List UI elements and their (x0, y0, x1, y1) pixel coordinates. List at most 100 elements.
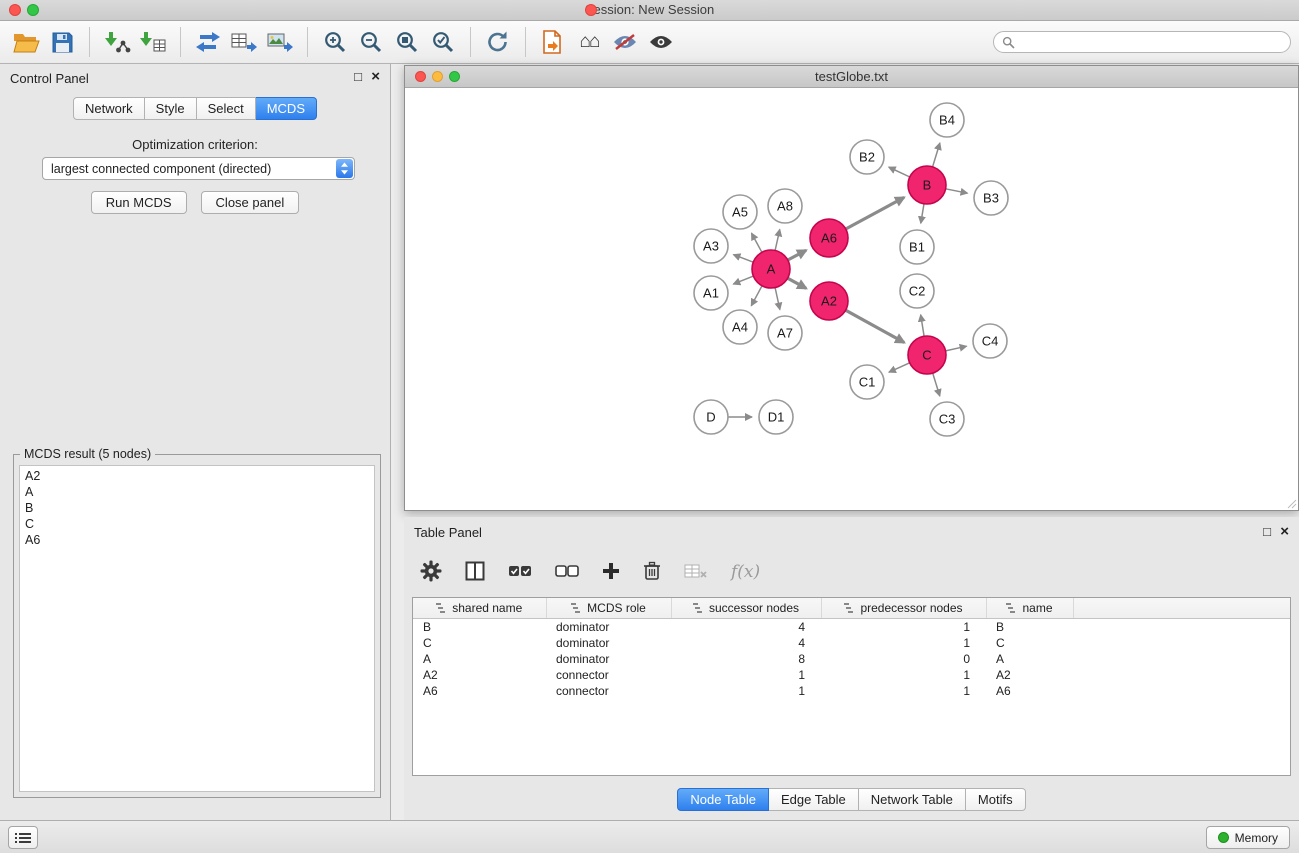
node-B2[interactable]: B2 (850, 140, 884, 174)
swap-arrows-button[interactable] (190, 25, 226, 59)
table-row[interactable]: Bdominator41B (413, 618, 1290, 635)
table-cell[interactable]: B (986, 618, 1073, 635)
node-A[interactable]: A (752, 250, 790, 288)
column-header-shared-name[interactable]: shared name (413, 598, 546, 618)
table-cell[interactable]: A6 (413, 683, 546, 699)
show-details-button[interactable] (643, 25, 679, 59)
network-graph[interactable]: B4B2BB3A5A8A6B1A3AC2A1A2A4A7CC4C1C3DD1 (405, 88, 1298, 510)
table-cell[interactable]: A6 (986, 683, 1073, 699)
float-table-panel-icon[interactable]: □ (1263, 524, 1271, 540)
table-row[interactable]: A2connector11A2 (413, 667, 1290, 683)
table-cell[interactable]: 1 (821, 618, 986, 635)
edge-B-B1[interactable] (921, 204, 924, 224)
table-cell[interactable]: 1 (821, 683, 986, 699)
table-cell[interactable]: dominator (546, 651, 671, 667)
function-builder-button[interactable]: f(x) (731, 562, 760, 582)
search-box[interactable] (993, 31, 1291, 53)
open-session-button[interactable] (8, 25, 44, 59)
node-D1[interactable]: D1 (759, 400, 793, 434)
close-network-window-button[interactable] (415, 71, 426, 82)
table-cell[interactable]: 8 (671, 651, 821, 667)
table-cell[interactable]: 1 (821, 667, 986, 683)
result-item[interactable]: C (20, 516, 374, 532)
zoom-in-button[interactable] (317, 25, 353, 59)
float-panel-icon[interactable]: □ (354, 69, 362, 85)
edge-C-C1[interactable] (889, 363, 910, 372)
result-item[interactable]: A2 (20, 468, 374, 484)
result-item[interactable]: A6 (20, 532, 374, 548)
tab-network[interactable]: Network (73, 97, 145, 120)
hide-details-button[interactable] (607, 25, 643, 59)
result-item[interactable]: B (20, 500, 374, 516)
node-A1[interactable]: A1 (694, 276, 728, 310)
edge-A-A2[interactable] (788, 278, 807, 288)
add-column-button[interactable] (602, 562, 620, 583)
network-canvas[interactable]: B4B2BB3A5A8A6B1A3AC2A1A2A4A7CC4C1C3DD1 (405, 88, 1298, 510)
tab-mcds[interactable]: MCDS (256, 97, 317, 120)
table-cell[interactable]: 1 (821, 635, 986, 651)
document-button[interactable] (535, 25, 571, 59)
edge-A-A3[interactable] (733, 255, 753, 263)
zoom-out-button[interactable] (353, 25, 389, 59)
node-A3[interactable]: A3 (694, 229, 728, 263)
edge-C-C4[interactable] (946, 346, 967, 351)
import-table-button[interactable] (135, 25, 171, 59)
zoom-network-window-button[interactable] (449, 71, 460, 82)
node-C[interactable]: C (908, 336, 946, 374)
table-row[interactable]: Adominator80A (413, 651, 1290, 667)
edge-A-A6[interactable] (788, 250, 806, 260)
table-cell[interactable]: 1 (671, 667, 821, 683)
edge-A6-B[interactable] (846, 197, 904, 229)
node-D[interactable]: D (694, 400, 728, 434)
node-A2[interactable]: A2 (810, 282, 848, 320)
edge-B-B3[interactable] (946, 189, 968, 193)
export-image-button[interactable] (262, 25, 298, 59)
network-window-titlebar[interactable]: testGlobe.txt (405, 66, 1298, 88)
edge-A-A5[interactable] (752, 233, 762, 252)
node-C4[interactable]: C4 (973, 324, 1007, 358)
table-cell[interactable]: C (986, 635, 1073, 651)
resize-grip[interactable] (1285, 497, 1297, 509)
node-A5[interactable]: A5 (723, 195, 757, 229)
table-cell[interactable]: 4 (671, 635, 821, 651)
table-cell[interactable]: connector (546, 683, 671, 699)
show-task-history-button[interactable] (8, 826, 38, 849)
column-header-MCDS-role[interactable]: MCDS role (546, 598, 671, 618)
table-settings-button[interactable] (420, 560, 442, 585)
edge-A-A1[interactable] (733, 276, 753, 284)
tab-edge-table[interactable]: Edge Table (769, 788, 859, 811)
edge-A-A8[interactable] (775, 229, 780, 250)
node-B[interactable]: B (908, 166, 946, 204)
table-cell[interactable]: dominator (546, 618, 671, 635)
node-B4[interactable]: B4 (930, 103, 964, 137)
minimize-network-window-button[interactable] (432, 71, 443, 82)
deselect-all-button[interactable] (555, 564, 579, 581)
table-cell[interactable]: 0 (821, 651, 986, 667)
zoom-selected-button[interactable] (425, 25, 461, 59)
node-C1[interactable]: C1 (850, 365, 884, 399)
tab-network-table[interactable]: Network Table (859, 788, 966, 811)
select-all-button[interactable] (508, 564, 532, 581)
node-B1[interactable]: B1 (900, 230, 934, 264)
edge-C-C2[interactable] (921, 315, 924, 337)
edge-B-B4[interactable] (933, 143, 940, 167)
zoom-window-button[interactable] (27, 4, 39, 16)
close-window-button[interactable] (585, 4, 597, 16)
table-cell[interactable]: 4 (671, 618, 821, 635)
table-cell[interactable]: 1 (671, 683, 821, 699)
column-header-successor-nodes[interactable]: successor nodes (671, 598, 821, 618)
edge-A2-C[interactable] (846, 310, 905, 342)
show-columns-button[interactable] (465, 561, 485, 584)
save-session-button[interactable] (44, 25, 80, 59)
table-cell[interactable]: A (986, 651, 1073, 667)
node-A7[interactable]: A7 (768, 316, 802, 350)
edge-B-B2[interactable] (889, 167, 910, 177)
optimization-criterion-select[interactable]: largest connected component (directed) (42, 157, 355, 180)
table-cell[interactable]: A2 (986, 667, 1073, 683)
close-table-panel-icon[interactable]: × (1280, 524, 1289, 540)
table-cell[interactable]: A2 (413, 667, 546, 683)
tab-node-table[interactable]: Node Table (677, 788, 769, 811)
tab-select[interactable]: Select (197, 97, 256, 120)
tab-style[interactable]: Style (145, 97, 197, 120)
export-table-button[interactable] (226, 25, 262, 59)
